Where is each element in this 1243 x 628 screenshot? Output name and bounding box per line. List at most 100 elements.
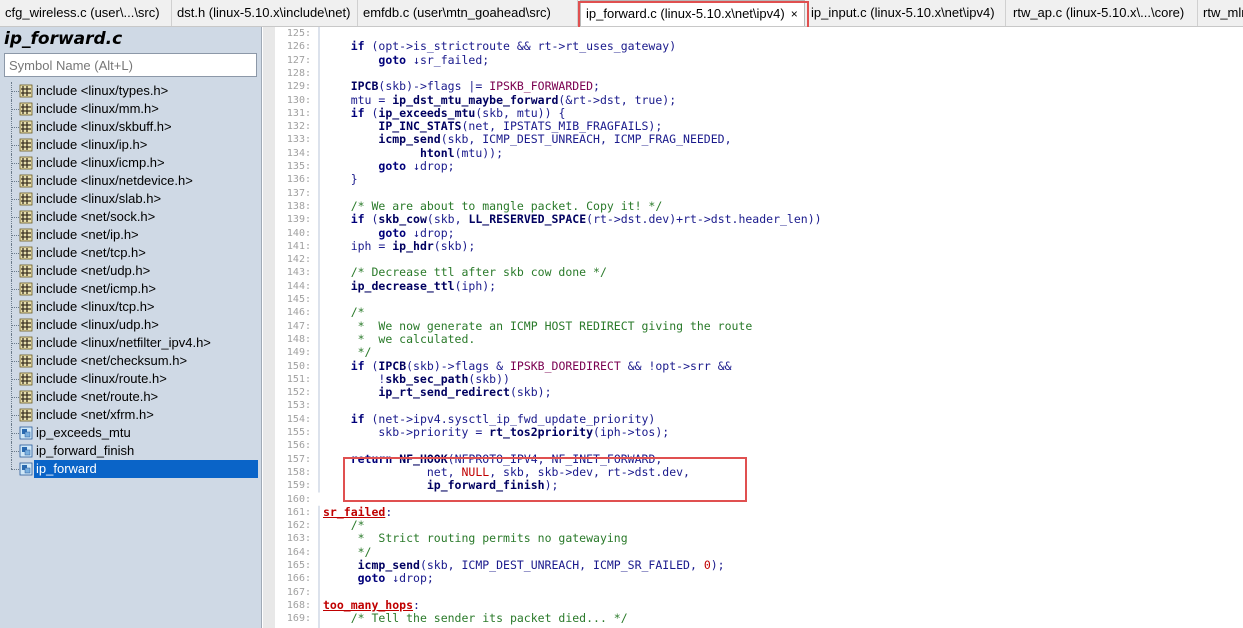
include-icon bbox=[19, 156, 33, 170]
tab-ip-input-c[interactable]: ip_input.c (linux-5.10.x\net\ipv4) bbox=[806, 0, 1006, 26]
tree-line bbox=[11, 127, 19, 128]
tree-line bbox=[11, 379, 19, 380]
symbol-item-include[interactable]: include <linux/types.h> bbox=[0, 82, 262, 100]
symbol-item-include[interactable]: include <net/udp.h> bbox=[0, 262, 262, 280]
symbol-label: include <net/icmp.h> bbox=[36, 281, 156, 296]
symbol-item-include[interactable]: include <linux/mm.h> bbox=[0, 100, 262, 118]
code-line: IP_INC_STATS(net, IPSTATS_MIB_FRAGFAILS)… bbox=[378, 119, 663, 134]
include-icon bbox=[19, 246, 33, 260]
include-icon bbox=[19, 210, 33, 224]
tree-line bbox=[11, 145, 19, 146]
editor-tab-bar: cfg_wireless.c (user\...\src) dst.h (lin… bbox=[0, 0, 1243, 27]
symbol-item-include[interactable]: include <net/sock.h> bbox=[0, 208, 262, 226]
close-icon[interactable]: × bbox=[791, 7, 798, 21]
symbol-item-include[interactable]: include <net/checksum.h> bbox=[0, 352, 262, 370]
tab-label: dst.h (linux-5.10.x\include\net) bbox=[177, 5, 351, 20]
line-number: 161: bbox=[286, 506, 311, 518]
symbol-label: include <net/route.h> bbox=[36, 389, 159, 404]
line-number: 126: bbox=[286, 41, 311, 53]
include-icon bbox=[19, 408, 33, 422]
tab-dst-h[interactable]: dst.h (linux-5.10.x\include\net) bbox=[172, 0, 358, 26]
function-icon bbox=[19, 462, 33, 476]
code-line: */ bbox=[350, 345, 372, 360]
line-number: 152: bbox=[286, 387, 311, 399]
line-number: 146: bbox=[286, 307, 311, 319]
include-icon bbox=[19, 318, 33, 332]
tree-line bbox=[11, 217, 19, 218]
include-icon bbox=[19, 228, 33, 242]
line-number-gutter: 125: 126: 127: 128: 129: 130: 131: 132: 133: 134:… bbox=[275, 27, 313, 628]
symbol-item-function[interactable]: ip_exceeds_mtu bbox=[0, 424, 262, 442]
code-line: if (opt->is_strictroute && rt->rt_uses_g… bbox=[350, 39, 677, 54]
symbol-item-include[interactable]: include <net/route.h> bbox=[0, 388, 262, 406]
line-number: 158: bbox=[286, 466, 311, 478]
line-number: 157: bbox=[286, 453, 311, 465]
symbol-label: include <net/ip.h> bbox=[36, 227, 139, 242]
tree-line bbox=[11, 433, 19, 434]
tree-line bbox=[11, 307, 19, 308]
symbol-label: include <linux/icmp.h> bbox=[36, 155, 165, 170]
tree-line bbox=[11, 469, 19, 470]
code-line: goto ↓drop; bbox=[378, 225, 455, 240]
tab-rtw-mlme[interactable]: rtw_mlme bbox=[1198, 0, 1243, 26]
code-line: */ bbox=[350, 544, 372, 559]
line-number: 145: bbox=[286, 294, 311, 305]
symbol-item-include[interactable]: include <net/tcp.h> bbox=[0, 244, 262, 262]
symbol-item-function[interactable]: ip_forward_finish bbox=[0, 442, 262, 460]
include-icon bbox=[19, 174, 33, 188]
tree-line bbox=[11, 451, 19, 452]
line-number: 163: bbox=[286, 533, 311, 545]
panel-title: ip_forward.c bbox=[4, 29, 123, 49]
tab-cfg-wireless[interactable]: cfg_wireless.c (user\...\src) bbox=[0, 0, 172, 26]
symbol-label: include <linux/route.h> bbox=[36, 371, 167, 386]
symbol-item-include[interactable]: include <net/ip.h> bbox=[0, 226, 262, 244]
tree-line bbox=[11, 415, 19, 416]
symbol-item-function[interactable]: ip_forward bbox=[0, 460, 262, 478]
symbol-item-include[interactable]: include <net/xfrm.h> bbox=[0, 406, 262, 424]
symbol-item-include[interactable]: include <linux/ip.h> bbox=[0, 136, 262, 154]
tab-rtw-ap-c[interactable]: rtw_ap.c (linux-5.10.x\...\core) bbox=[1008, 0, 1198, 26]
line-number: 160: bbox=[286, 493, 311, 505]
tree-line bbox=[11, 460, 12, 469]
code-line: goto ↓sr_failed; bbox=[378, 52, 490, 67]
symbol-item-include[interactable]: include <net/icmp.h> bbox=[0, 280, 262, 298]
symbol-item-include[interactable]: include <linux/slab.h> bbox=[0, 190, 262, 208]
line-number: 149: bbox=[286, 347, 311, 359]
include-icon bbox=[19, 282, 33, 296]
tab-label: ip_forward.c (linux-5.10.x\net\ipv4) bbox=[586, 6, 785, 21]
include-icon bbox=[19, 354, 33, 368]
symbol-label: ip_exceeds_mtu bbox=[36, 425, 131, 440]
code-line: goto ↓drop; bbox=[378, 159, 455, 173]
symbol-label: include <net/tcp.h> bbox=[36, 245, 146, 260]
symbol-item-include[interactable]: include <linux/tcp.h> bbox=[0, 298, 262, 316]
code-line: ip_decrease_ttl(iph); bbox=[350, 278, 497, 293]
symbol-item-include[interactable]: include <linux/skbuff.h> bbox=[0, 118, 262, 136]
line-number: 159: bbox=[286, 480, 311, 492]
code-line: icmp_send(skb, ICMP_DEST_UNREACH, ICMP_S… bbox=[357, 558, 725, 572]
symbol-item-include[interactable]: include <linux/udp.h> bbox=[0, 316, 262, 334]
symbol-label: include <linux/slab.h> bbox=[36, 191, 162, 206]
code-line: sr_failed: bbox=[323, 504, 393, 519]
include-icon bbox=[19, 102, 33, 116]
line-number: 140: bbox=[286, 227, 311, 239]
symbol-label: include <net/udp.h> bbox=[36, 263, 151, 278]
symbol-item-include[interactable]: include <linux/netfilter_ipv4.h> bbox=[0, 334, 262, 352]
tab-label: emfdb.c (user\mtn_goahead\src) bbox=[363, 5, 551, 20]
code-line: /* Tell the sender its packet died... */ bbox=[350, 611, 628, 626]
code-line: /* bbox=[350, 305, 365, 320]
tab-ip-forward-c[interactable]: ip_forward.c (linux-5.10.x\net\ipv4) × bbox=[580, 0, 805, 26]
code-editor[interactable]: 125: 126: 127: 128: 129: 130: 131: 132: 133: 134:… bbox=[275, 27, 1243, 628]
symbol-search-input[interactable] bbox=[4, 53, 257, 77]
tree-line bbox=[11, 181, 19, 182]
symbol-item-include[interactable]: include <linux/icmp.h> bbox=[0, 154, 262, 172]
code-line: IPCB(skb)->flags |= IPSKB_FORWARDED; bbox=[350, 79, 600, 94]
code-line: /* Decrease ttl after skb cow done */ bbox=[350, 265, 607, 280]
include-icon bbox=[19, 264, 33, 278]
symbol-label: include <linux/skbuff.h> bbox=[36, 119, 172, 134]
symbol-item-include[interactable]: include <linux/netdevice.h> bbox=[0, 172, 262, 190]
tree-line bbox=[11, 163, 19, 164]
symbol-item-include[interactable]: include <linux/route.h> bbox=[0, 370, 262, 388]
panel-splitter[interactable] bbox=[263, 27, 275, 628]
line-number: 132: bbox=[286, 121, 311, 133]
tab-emfdb-c[interactable]: emfdb.c (user\mtn_goahead\src) bbox=[358, 0, 578, 26]
